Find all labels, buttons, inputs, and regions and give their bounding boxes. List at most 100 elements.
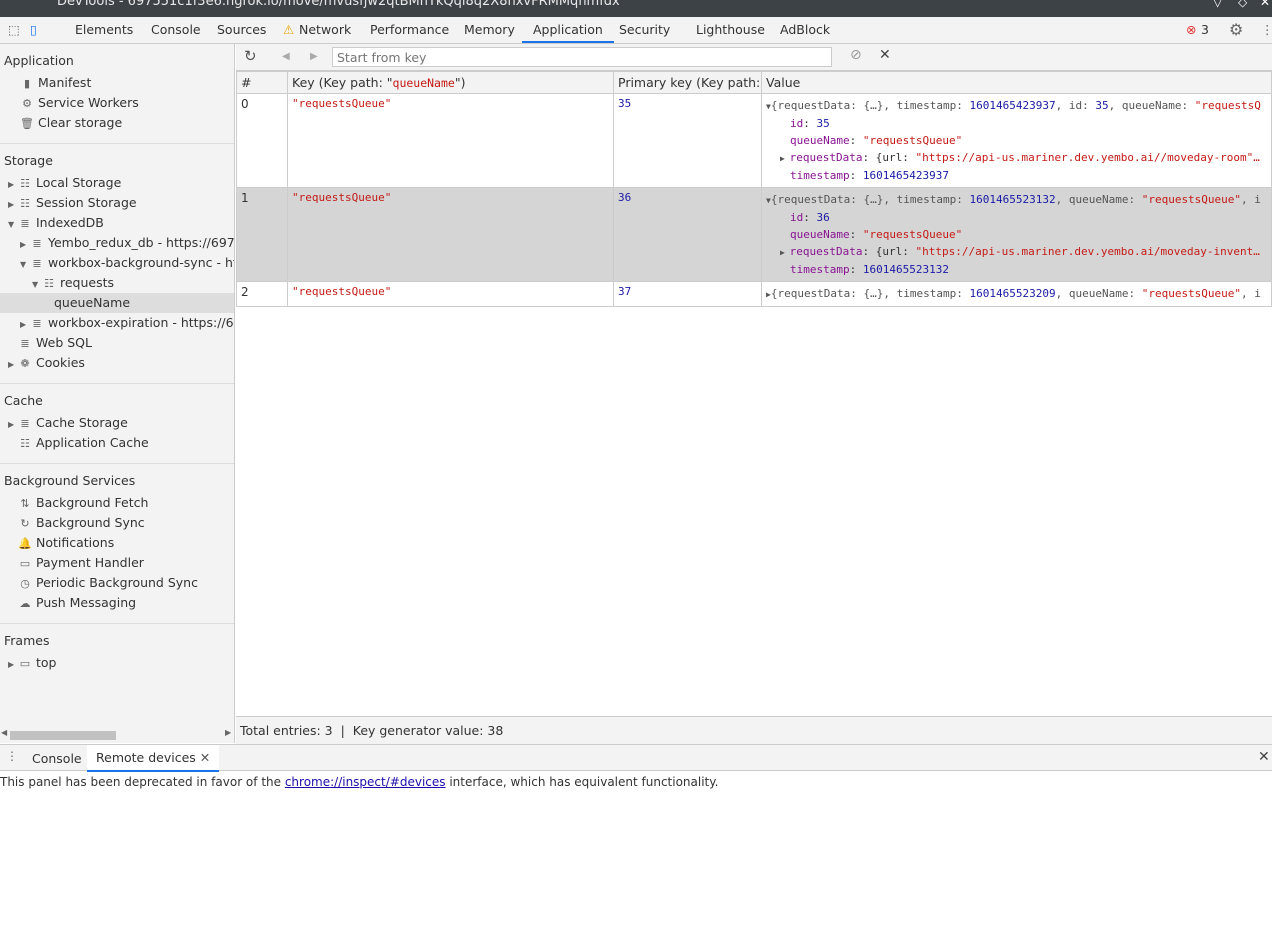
table-row[interactable]: 0 "requestsQueue" 35 ▼{requestData: {…},… bbox=[236, 93, 1272, 188]
expand-arrow-icon[interactable]: ▶ bbox=[8, 355, 18, 375]
collapse-arrow-icon[interactable]: ▼ bbox=[8, 215, 18, 235]
drawer-tab-console[interactable]: Console bbox=[32, 751, 82, 766]
tab-sources[interactable]: Sources bbox=[217, 17, 266, 43]
tab-console[interactable]: Console bbox=[151, 17, 201, 43]
trash-icon: 🗑 bbox=[20, 117, 34, 130]
table-row[interactable]: 1 "requestsQueue" 36 ▼{requestData: {…},… bbox=[236, 187, 1272, 282]
database-icon: ≣ bbox=[20, 337, 30, 350]
sidebar-horizontal-scrollbar[interactable] bbox=[10, 731, 116, 740]
database-icon: ≣ bbox=[32, 237, 42, 250]
tab-application[interactable]: Application bbox=[522, 17, 614, 43]
label: Push Messaging bbox=[36, 595, 137, 610]
tab-performance[interactable]: Performance bbox=[370, 17, 449, 43]
sidebar-item-push-messaging[interactable]: ☁ Push Messaging bbox=[18, 593, 137, 613]
next-page-icon[interactable]: ▶ bbox=[310, 51, 318, 62]
expand-arrow-icon[interactable]: ▶ bbox=[8, 655, 18, 675]
summary: , id: bbox=[1055, 99, 1096, 112]
tab-elements[interactable]: Elements bbox=[75, 17, 133, 43]
label: Web SQL bbox=[36, 335, 92, 350]
row-index: 0 bbox=[236, 93, 288, 188]
sidebar-item-requests[interactable]: ▼ ☷ requests bbox=[32, 273, 114, 293]
column-header-value[interactable]: Value bbox=[761, 71, 1272, 94]
column-header-index[interactable]: # bbox=[236, 71, 288, 94]
row-value[interactable]: ▼{requestData: {…}, timestamp: 160146542… bbox=[761, 93, 1272, 188]
sidebar-item-background-sync[interactable]: ↻ Background Sync bbox=[18, 513, 144, 533]
maximize-icon[interactable]: ◇ bbox=[1238, 0, 1247, 9]
expand-arrow-icon[interactable]: ▶ bbox=[780, 248, 790, 257]
sidebar-item-payment-handler[interactable]: ▭ Payment Handler bbox=[18, 553, 144, 573]
expand-arrow-icon[interactable]: ▶ bbox=[20, 235, 30, 255]
label: Cache Storage bbox=[36, 415, 128, 430]
drawer-menu-icon[interactable]: ⋮ bbox=[6, 749, 18, 763]
summary-queue: "requestsQueue" bbox=[1141, 193, 1242, 206]
clear-object-store-icon[interactable]: ⊘ bbox=[850, 47, 862, 63]
close-window-icon[interactable]: ✕ bbox=[1260, 0, 1270, 9]
grid-icon: ☷ bbox=[20, 177, 30, 190]
refresh-icon[interactable]: ↻ bbox=[244, 47, 257, 65]
summary: , i bbox=[1241, 193, 1261, 206]
sidebar-item-background-fetch[interactable]: ⇅ Background Fetch bbox=[18, 493, 148, 513]
sidebar-item-notifications[interactable]: 🔔 Notifications bbox=[18, 533, 114, 553]
summary-timestamp: 1601465523132 bbox=[969, 193, 1056, 206]
tab-memory[interactable]: Memory bbox=[464, 17, 515, 43]
sidebar-item-top-frame[interactable]: ▶ ▭ top bbox=[8, 653, 56, 673]
expand-arrow-icon[interactable]: ▶ bbox=[8, 195, 18, 215]
sidebar-item-cache-storage[interactable]: ▶ ≣ Cache Storage bbox=[8, 413, 128, 433]
inspect-devices-link[interactable]: chrome://inspect/#devices bbox=[285, 775, 446, 789]
tab-lighthouse[interactable]: Lighthouse bbox=[696, 17, 765, 43]
sidebar-item-application-cache[interactable]: ☷ Application Cache bbox=[18, 433, 149, 453]
collapse-arrow-icon[interactable]: ▼ bbox=[20, 255, 30, 275]
previous-page-icon[interactable]: ◀ bbox=[282, 51, 290, 62]
cookie-icon: ❁ bbox=[20, 357, 30, 370]
sidebar-item-local-storage[interactable]: ▶ ☷ Local Storage bbox=[8, 173, 121, 193]
sidebar-item-clear-storage[interactable]: 🗑 Clear storage bbox=[20, 113, 122, 133]
row-key: "requestsQueue" bbox=[287, 281, 614, 307]
row-value[interactable]: ▶{requestData: {…}, timestamp: 160146552… bbox=[761, 281, 1272, 307]
prop-queuename: "requestsQueue" bbox=[862, 228, 963, 241]
sidebar-item-workbox-background-sync[interactable]: ▼≣ workbox-background-sync - https:/ bbox=[20, 253, 234, 275]
row-primary-key: 36 bbox=[613, 187, 762, 282]
label: queueName bbox=[54, 295, 131, 310]
tab-adblock[interactable]: AdBlock bbox=[780, 17, 830, 43]
expand-arrow-icon[interactable]: ▶ bbox=[8, 415, 18, 435]
error-count[interactable]: 3 bbox=[1201, 17, 1209, 43]
sidebar-item-yembo-redux-db[interactable]: ▶≣ Yembo_redux_db - https://697551 bbox=[20, 233, 234, 255]
sidebar-item-workbox-expiration[interactable]: ▶≣ workbox-expiration - https://6975 bbox=[20, 313, 234, 335]
close-tab-icon[interactable]: ✕ bbox=[200, 750, 210, 765]
sidebar-item-web-sql[interactable]: ≣ Web SQL bbox=[18, 333, 92, 353]
settings-gear-icon[interactable]: ⚙ bbox=[1229, 17, 1243, 43]
table-row[interactable]: 2 "requestsQueue" 37 ▶{requestData: {…},… bbox=[236, 281, 1272, 307]
sidebar-item-session-storage[interactable]: ▶ ☷ Session Storage bbox=[8, 193, 137, 213]
column-header-primary-key[interactable]: Primary key (Key path: … bbox=[613, 71, 762, 94]
scroll-right-icon[interactable]: ▶ bbox=[225, 728, 231, 737]
more-options-icon[interactable]: ⋮ bbox=[1261, 17, 1272, 43]
column-header-key[interactable]: Key (Key path: "queueName") bbox=[287, 71, 614, 94]
sidebar-item-manifest[interactable]: ▮ Manifest bbox=[20, 73, 91, 93]
drawer-tab-remote-devices[interactable]: Remote devices ✕ bbox=[87, 745, 220, 772]
row-value[interactable]: ▼{requestData: {…}, timestamp: 160146552… bbox=[761, 187, 1272, 282]
tab-network[interactable]: Network bbox=[299, 17, 351, 43]
cloud-icon: ☁ bbox=[19, 597, 31, 610]
tab-label: Remote devices bbox=[96, 750, 196, 765]
error-icon[interactable]: ⊗ bbox=[1186, 17, 1196, 43]
delete-selected-icon[interactable]: ✕ bbox=[879, 47, 891, 63]
label: Application Cache bbox=[36, 435, 149, 450]
section-cache: Cache bbox=[4, 393, 43, 408]
expand-arrow-icon[interactable]: ▶ bbox=[780, 154, 790, 163]
sidebar-item-periodic-background-sync[interactable]: ◷ Periodic Background Sync bbox=[18, 573, 198, 593]
expand-arrow-icon[interactable]: ▶ bbox=[8, 175, 18, 195]
sidebar-item-service-workers[interactable]: ⚙ Service Workers bbox=[20, 93, 139, 113]
collapse-arrow-icon[interactable]: ▼ bbox=[32, 275, 42, 295]
sidebar-item-cookies[interactable]: ▶ ❁ Cookies bbox=[8, 353, 85, 373]
start-from-key-input[interactable] bbox=[332, 47, 832, 67]
tab-security[interactable]: Security bbox=[619, 17, 670, 43]
close-drawer-icon[interactable]: ✕ bbox=[1258, 749, 1270, 765]
scroll-left-icon[interactable]: ◀ bbox=[1, 728, 7, 737]
sidebar-item-queuename[interactable]: queueName bbox=[0, 293, 234, 313]
minimize-icon[interactable]: ▽ bbox=[1213, 0, 1222, 9]
device-toolbar-icon[interactable]: ▯ bbox=[30, 17, 37, 43]
inspect-element-icon[interactable]: ⬚ bbox=[8, 17, 20, 43]
summary: {requestData: {…}, timestamp: bbox=[770, 287, 970, 300]
expand-arrow-icon[interactable]: ▶ bbox=[20, 315, 30, 335]
sidebar-item-indexeddb[interactable]: ▼ ≣ IndexedDB bbox=[8, 213, 104, 233]
